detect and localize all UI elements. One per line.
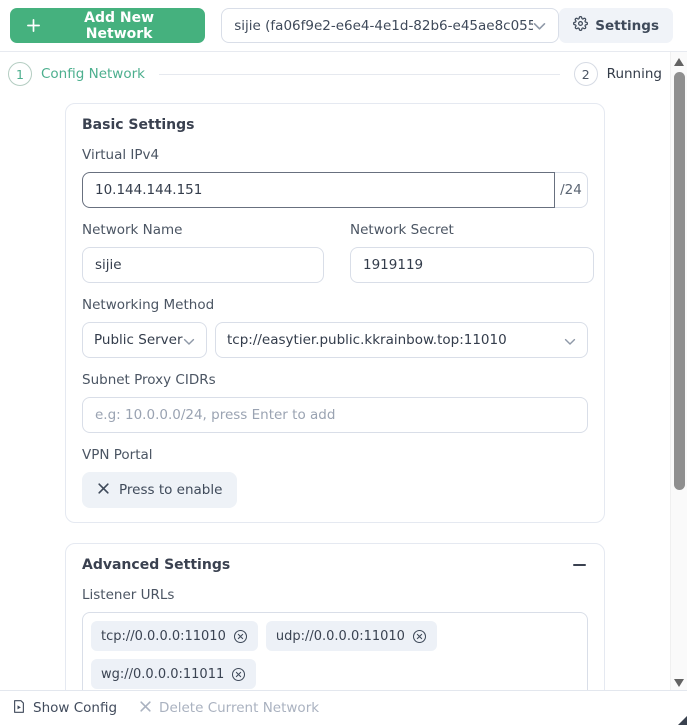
- bottom-action-bar: Show Config Delete Current Network: [0, 690, 687, 725]
- network-secret-input[interactable]: [350, 247, 594, 283]
- scroll-down-arrow-icon[interactable]: [674, 679, 684, 687]
- vpn-portal-enable-button[interactable]: Press to enable: [82, 472, 238, 508]
- listener-chip-text: wg://0.0.0.0:11011: [101, 666, 225, 682]
- listener-chip-text: udp://0.0.0.0:11010: [275, 628, 405, 644]
- step-config-network[interactable]: 1 Config Network: [8, 62, 145, 86]
- top-toolbar: Add New Network sijie (fa06f9e2-e6e4-4e1…: [0, 0, 687, 52]
- stepper-divider-line: [158, 73, 560, 75]
- vertical-scrollbar[interactable]: [670, 52, 687, 690]
- advanced-settings-card: Advanced Settings Listener URLs tcp://0.…: [65, 543, 605, 690]
- networking-method-select[interactable]: Public Server: [82, 322, 207, 358]
- x-icon: [139, 700, 152, 717]
- window-resize-grip[interactable]: [678, 716, 687, 725]
- network-select[interactable]: sijie (fa06f9e2-e6e4-4e1d-82b6-e45ae8c05…: [221, 8, 560, 43]
- add-new-network-label: Add New Network: [84, 9, 155, 42]
- delete-network-label: Delete Current Network: [159, 700, 320, 716]
- public-server-select[interactable]: tcp://easytier.public.kkrainbow.top:1101…: [215, 322, 588, 358]
- remove-chip-icon[interactable]: [231, 667, 246, 682]
- show-config-label: Show Config: [33, 700, 118, 716]
- listener-urls-label: Listener URLs: [82, 587, 175, 603]
- listener-chip: wg://0.0.0.0:11011: [91, 659, 257, 689]
- networking-method-label: Networking Method: [82, 297, 215, 313]
- remove-chip-icon[interactable]: [412, 629, 427, 644]
- step1-circle: 1: [8, 62, 32, 86]
- plus-icon: [26, 18, 41, 33]
- chevron-down-icon: [533, 16, 546, 35]
- step-running[interactable]: 2 Running: [573, 62, 662, 86]
- step2-circle: 2: [573, 62, 598, 86]
- chevron-down-icon: [183, 331, 195, 350]
- public-server-value: tcp://easytier.public.kkrainbow.top:1101…: [227, 332, 507, 348]
- subnet-proxy-label: Subnet Proxy CIDRs: [82, 372, 216, 388]
- advanced-settings-title: Advanced Settings: [82, 557, 231, 573]
- network-name-label: Network Name: [82, 222, 183, 238]
- delete-current-network-button[interactable]: Delete Current Network: [139, 700, 319, 717]
- easytier-config-window: Add New Network sijie (fa06f9e2-e6e4-4e1…: [0, 0, 687, 725]
- basic-settings-card: Basic Settings Virtual IPv4 /24 Network …: [65, 103, 605, 523]
- gear-icon: [573, 16, 589, 35]
- minus-icon: [573, 564, 586, 566]
- basic-settings-title: Basic Settings: [82, 117, 195, 133]
- file-play-icon: [12, 699, 26, 718]
- listener-urls-input-box[interactable]: tcp://0.0.0.0:11010 udp://0.0.0.0:11010: [82, 612, 588, 690]
- step1-label: Config Network: [41, 66, 145, 82]
- settings-label: Settings: [595, 17, 659, 34]
- virtual-ipv4-group: /24: [82, 172, 588, 208]
- main-scroll-area: 1 Config Network 2 Running Basic Setting…: [0, 52, 687, 690]
- scroll-up-arrow-icon[interactable]: [674, 58, 684, 66]
- step2-label: Running: [606, 66, 662, 82]
- network-select-value: sijie (fa06f9e2-e6e4-4e1d-82b6-e45ae8c05…: [234, 17, 534, 34]
- network-name-input[interactable]: [82, 247, 324, 283]
- virtual-ipv4-suffix: /24: [555, 172, 588, 208]
- show-config-button[interactable]: Show Config: [12, 699, 117, 718]
- remove-chip-icon[interactable]: [233, 629, 248, 644]
- networking-method-value: Public Server: [94, 332, 183, 348]
- x-icon: [97, 482, 110, 499]
- chevron-down-icon: [564, 331, 576, 350]
- add-new-network-button[interactable]: Add New Network: [10, 8, 206, 43]
- settings-button[interactable]: Settings: [559, 8, 673, 43]
- listener-chip: udp://0.0.0.0:11010: [265, 621, 437, 651]
- vpn-portal-button-label: Press to enable: [119, 482, 223, 498]
- vpn-portal-label: VPN Portal: [82, 447, 153, 463]
- listener-chip: tcp://0.0.0.0:11010: [91, 621, 258, 651]
- subnet-proxy-input[interactable]: [82, 397, 588, 433]
- scrollbar-thumb[interactable]: [674, 72, 685, 490]
- stepper: 1 Config Network 2 Running: [8, 61, 662, 87]
- collapse-button[interactable]: [571, 562, 588, 568]
- listener-chip-text: tcp://0.0.0.0:11010: [101, 628, 226, 644]
- network-secret-label: Network Secret: [350, 222, 454, 238]
- virtual-ipv4-label: Virtual IPv4: [82, 147, 160, 163]
- virtual-ipv4-input[interactable]: [82, 172, 555, 208]
